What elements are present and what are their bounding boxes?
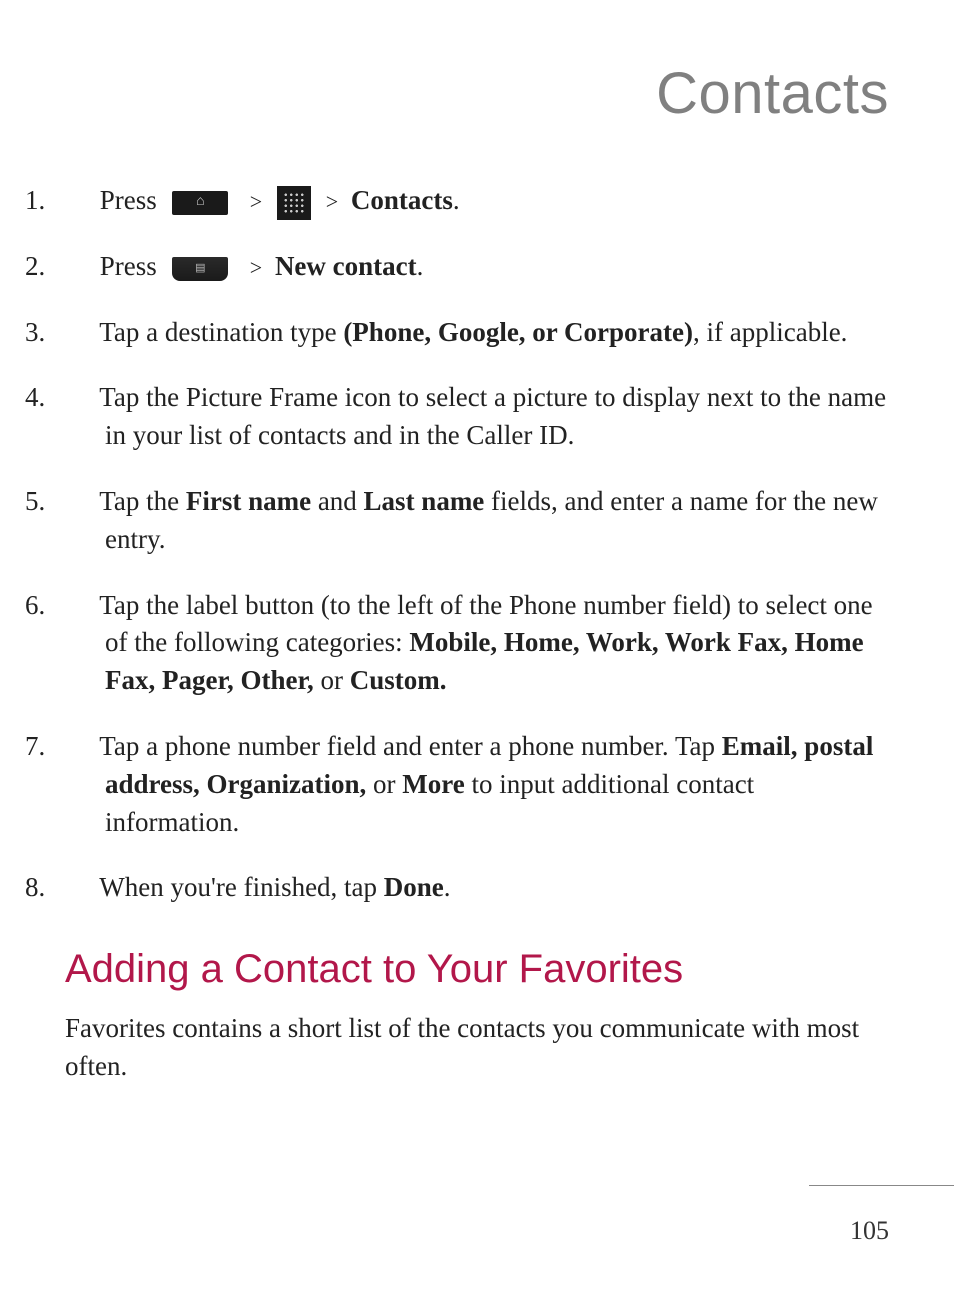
period: .	[417, 251, 424, 281]
step-text: Tap a destination type	[99, 317, 343, 347]
home-button-icon	[172, 191, 228, 215]
period: .	[453, 185, 460, 215]
step-text: and	[311, 486, 363, 516]
step-6: 6. Tap the label button (to the left of …	[65, 587, 889, 700]
separator: >	[250, 255, 262, 280]
step-text: Tap the Picture Frame icon to select a p…	[99, 382, 886, 450]
step-text: Press	[100, 185, 157, 215]
step-4: 4. Tap the Picture Frame icon to select …	[65, 379, 889, 455]
page-number: 105	[850, 1216, 889, 1246]
menu-path-contacts: Contacts	[351, 185, 453, 215]
separator: >	[250, 189, 262, 214]
done-label: Done	[384, 872, 444, 902]
step-number: 7.	[65, 728, 93, 766]
step-number: 6.	[65, 587, 93, 625]
menu-path-new-contact: New contact	[275, 251, 417, 281]
step-7: 7. Tap a phone number field and enter a …	[65, 728, 889, 841]
destination-types: (Phone, Google, or Corporate)	[343, 317, 693, 347]
step-text: Tap a phone number field and enter a pho…	[99, 731, 722, 761]
step-number: 2.	[65, 248, 93, 286]
step-3: 3. Tap a destination type (Phone, Google…	[65, 314, 889, 352]
separator: >	[326, 189, 338, 214]
step-number: 3.	[65, 314, 93, 352]
section-body-favorites: Favorites contains a short list of the c…	[65, 1010, 889, 1086]
step-list: 1. Press > > Contacts. 2. Press > New co…	[65, 182, 889, 907]
footer-divider	[809, 1185, 954, 1186]
more-label: More	[402, 769, 464, 799]
page-title: Contacts	[65, 60, 889, 127]
first-name-label: First name	[186, 486, 311, 516]
step-text: or	[366, 769, 402, 799]
last-name-label: Last name	[364, 486, 485, 516]
step-8: 8. When you're finished, tap Done.	[65, 869, 889, 907]
apps-grid-icon	[277, 186, 311, 220]
step-1: 1. Press > > Contacts.	[65, 182, 889, 220]
step-text: When you're finished, tap	[99, 872, 384, 902]
custom-label: Custom.	[350, 665, 447, 695]
step-text: .	[444, 872, 451, 902]
step-number: 8.	[65, 869, 93, 907]
section-heading-favorites: Adding a Contact to Your Favorites	[65, 947, 889, 992]
step-5: 5. Tap the First name and Last name fiel…	[65, 483, 889, 559]
step-text: Press	[100, 251, 157, 281]
step-number: 4.	[65, 379, 93, 417]
step-text: , if applicable.	[693, 317, 847, 347]
step-number: 1.	[65, 182, 93, 220]
step-text: or	[314, 665, 350, 695]
step-number: 5.	[65, 483, 93, 521]
menu-button-icon	[172, 257, 228, 281]
step-text: Tap the	[99, 486, 186, 516]
step-2: 2. Press > New contact.	[65, 248, 889, 286]
